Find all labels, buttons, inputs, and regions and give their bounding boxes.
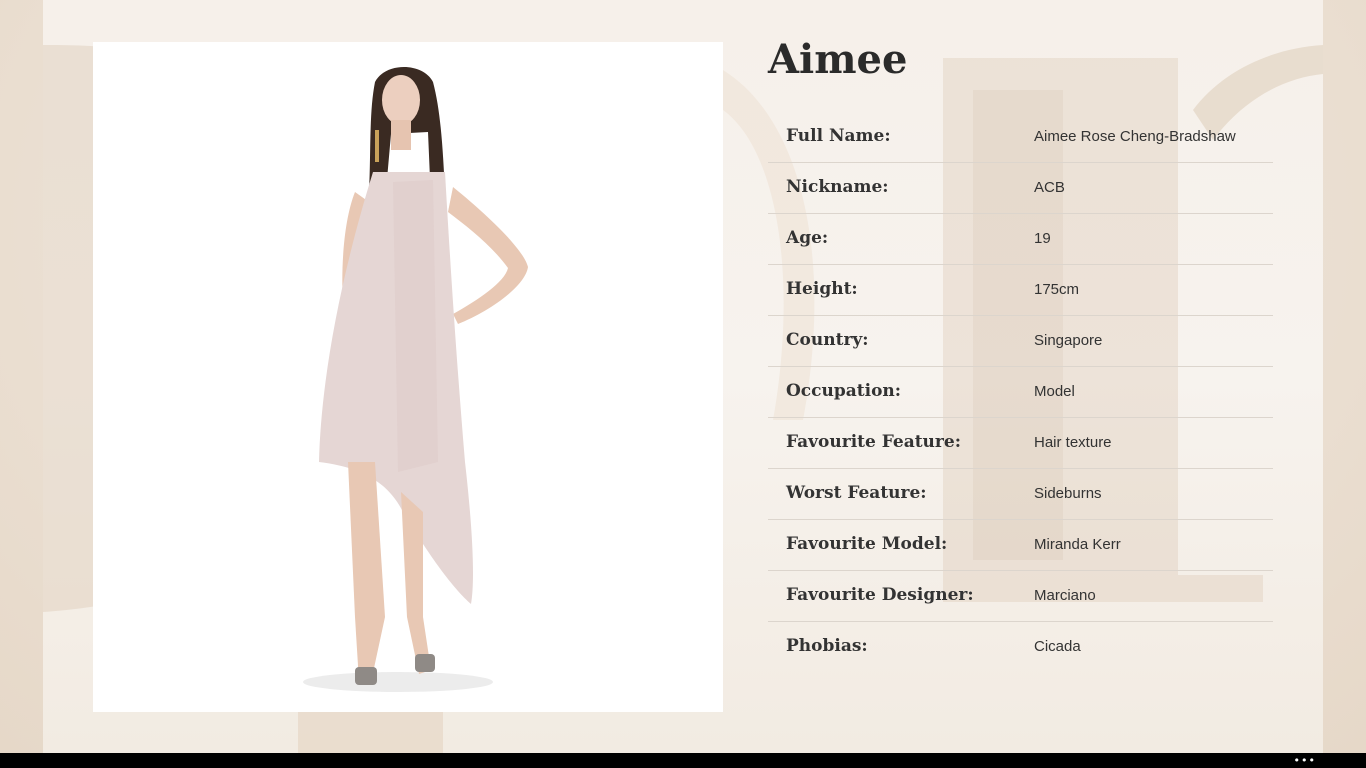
detail-value: 19 [1034, 230, 1051, 247]
detail-value: Aimee Rose Cheng-Bradshaw [1034, 128, 1236, 145]
detail-row-full-name: Full Name: Aimee Rose Cheng-Bradshaw [768, 112, 1273, 163]
detail-label: Age: [786, 228, 829, 248]
model-illustration [303, 67, 528, 692]
more-horizontal-icon[interactable]: ••• [1294, 755, 1316, 766]
profile-details: Full Name: Aimee Rose Cheng-Bradshaw Nic… [768, 112, 1273, 672]
profile-name: Aimee [768, 36, 908, 83]
detail-label: Worst Feature: [786, 483, 927, 503]
detail-label: Favourite Designer: [786, 585, 974, 605]
detail-row-country: Country: Singapore [768, 316, 1273, 367]
detail-row-nickname: Nickname: ACB [768, 163, 1273, 214]
detail-value: Model [1034, 383, 1075, 400]
detail-row-phobias: Phobias: Cicada [768, 622, 1273, 672]
detail-row-favourite-model: Favourite Model: Miranda Kerr [768, 520, 1273, 571]
detail-row-favourite-designer: Favourite Designer: Marciano [768, 571, 1273, 622]
detail-value: Miranda Kerr [1034, 536, 1121, 553]
detail-row-occupation: Occupation: Model [768, 367, 1273, 418]
detail-value: ACB [1034, 179, 1065, 196]
detail-row-age: Age: 19 [768, 214, 1273, 265]
profile-page: Aimee Full Name: Aimee Rose Cheng-Bradsh… [43, 0, 1323, 753]
detail-value: Sideburns [1034, 485, 1102, 502]
detail-label: Nickname: [786, 177, 889, 197]
detail-label: Phobias: [786, 636, 868, 656]
detail-row-height: Height: 175cm [768, 265, 1273, 316]
detail-row-worst-feature: Worst Feature: Sideburns [768, 469, 1273, 520]
detail-label: Full Name: [786, 126, 891, 146]
detail-value: Cicada [1034, 638, 1081, 655]
detail-value: 175cm [1034, 281, 1080, 298]
app-bar: ••• [0, 753, 1366, 768]
detail-label: Country: [786, 330, 869, 350]
detail-label: Occupation: [786, 381, 902, 401]
detail-value: Singapore [1034, 332, 1103, 349]
detail-label: Favourite Feature: [786, 432, 961, 452]
detail-label: Favourite Model: [786, 534, 948, 554]
detail-label: Height: [786, 279, 858, 299]
model-photo [93, 42, 723, 712]
detail-value: Hair texture [1034, 434, 1112, 451]
detail-row-favourite-feature: Favourite Feature: Hair texture [768, 418, 1273, 469]
detail-value: Marciano [1034, 587, 1096, 604]
